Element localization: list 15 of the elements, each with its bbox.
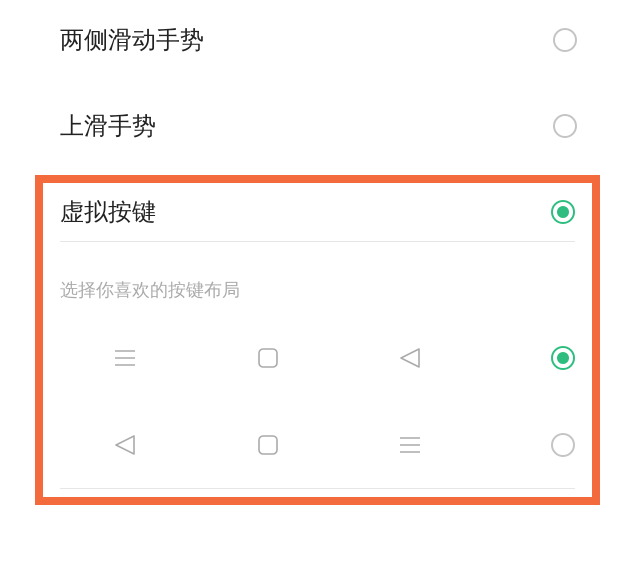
square-icon [258,348,278,368]
radio-button[interactable] [553,114,577,138]
menu-icon [399,436,421,454]
radio-button[interactable] [551,432,575,456]
square-icon [258,434,278,454]
radio-button[interactable] [553,28,577,52]
menu-icon [114,348,136,366]
layout-hint: 选择你喜欢的按键布局 [60,279,240,303]
option-label: 虚拟按键 [60,197,156,228]
back-icon [399,346,421,368]
radio-button[interactable] [551,346,575,370]
option-label: 两侧滑动手势 [60,25,204,56]
radio-button[interactable] [551,200,575,224]
back-icon [114,434,136,456]
option-label: 上滑手势 [60,111,156,142]
